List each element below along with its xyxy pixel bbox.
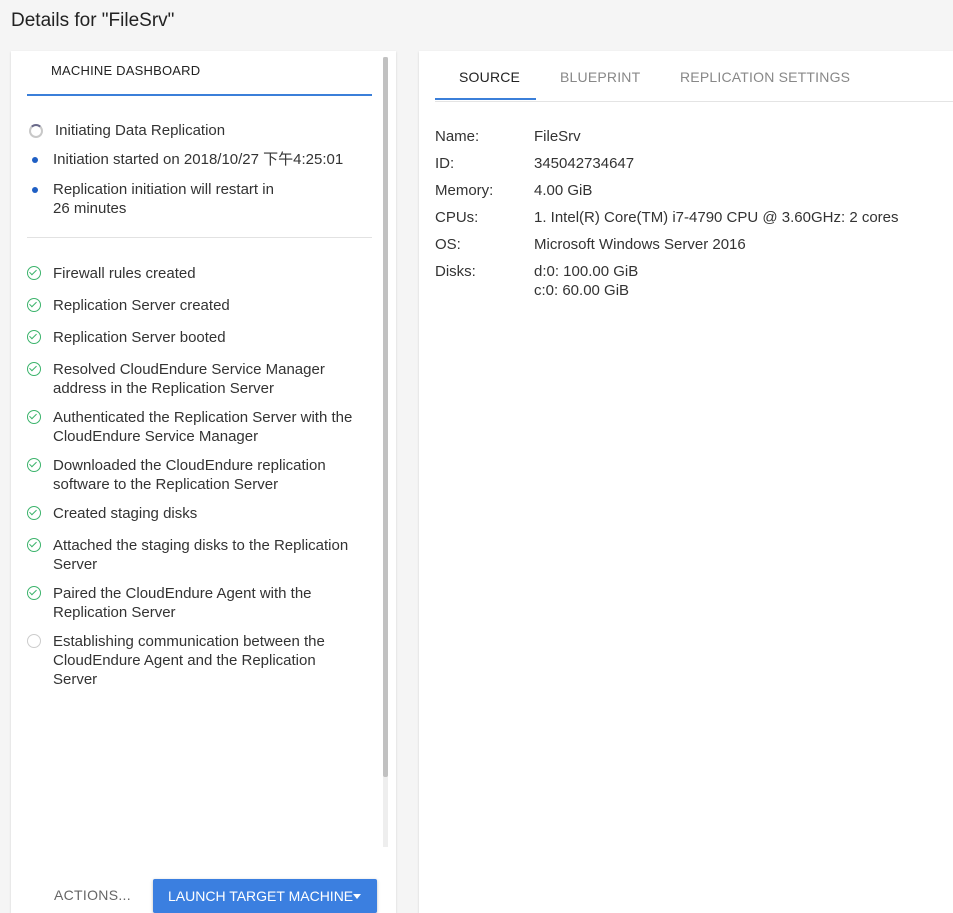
details-tabs: SOURCE BLUEPRINT REPLICATION SETTINGS — [435, 51, 953, 102]
tab-replication-settings[interactable]: REPLICATION SETTINGS — [680, 69, 850, 85]
check-circle-icon — [27, 506, 41, 520]
bullet-dot-icon — [32, 187, 38, 193]
check-circle-icon — [27, 586, 41, 600]
machine-details-panel: SOURCE BLUEPRINT REPLICATION SETTINGS Na… — [419, 51, 953, 913]
tab-machine-dashboard[interactable]: MACHINE DASHBOARD — [27, 51, 372, 96]
tab-source[interactable]: SOURCE — [459, 69, 520, 85]
machine-dashboard-panel: MACHINE DASHBOARD Initiating Data Replic… — [11, 51, 396, 913]
check-circle-icon — [27, 410, 41, 424]
check-circle-icon — [27, 362, 41, 376]
pending-circle-icon — [27, 634, 41, 648]
check-circle-icon — [27, 266, 41, 280]
bullet-dot-icon — [32, 157, 38, 163]
active-tab-indicator — [435, 98, 536, 100]
actions-button[interactable]: ACTIONS... — [54, 887, 131, 903]
launch-target-machine-label: LAUNCH TARGET MACHINE — [168, 888, 354, 904]
page-title: Details for "FileSrv" — [11, 10, 175, 31]
check-circle-icon — [27, 458, 41, 472]
scrollbar[interactable] — [383, 57, 388, 847]
caret-down-icon — [353, 894, 361, 899]
check-circle-icon — [27, 298, 41, 312]
scrollbar-thumb[interactable] — [383, 57, 388, 777]
launch-target-machine-button[interactable]: LAUNCH TARGET MACHINE — [153, 879, 377, 913]
check-circle-icon — [27, 538, 41, 552]
tab-blueprint[interactable]: BLUEPRINT — [560, 69, 640, 85]
check-circle-icon — [27, 330, 41, 344]
divider — [27, 237, 372, 238]
spinner-icon — [29, 124, 43, 138]
tab-machine-dashboard-label: MACHINE DASHBOARD — [51, 63, 201, 78]
